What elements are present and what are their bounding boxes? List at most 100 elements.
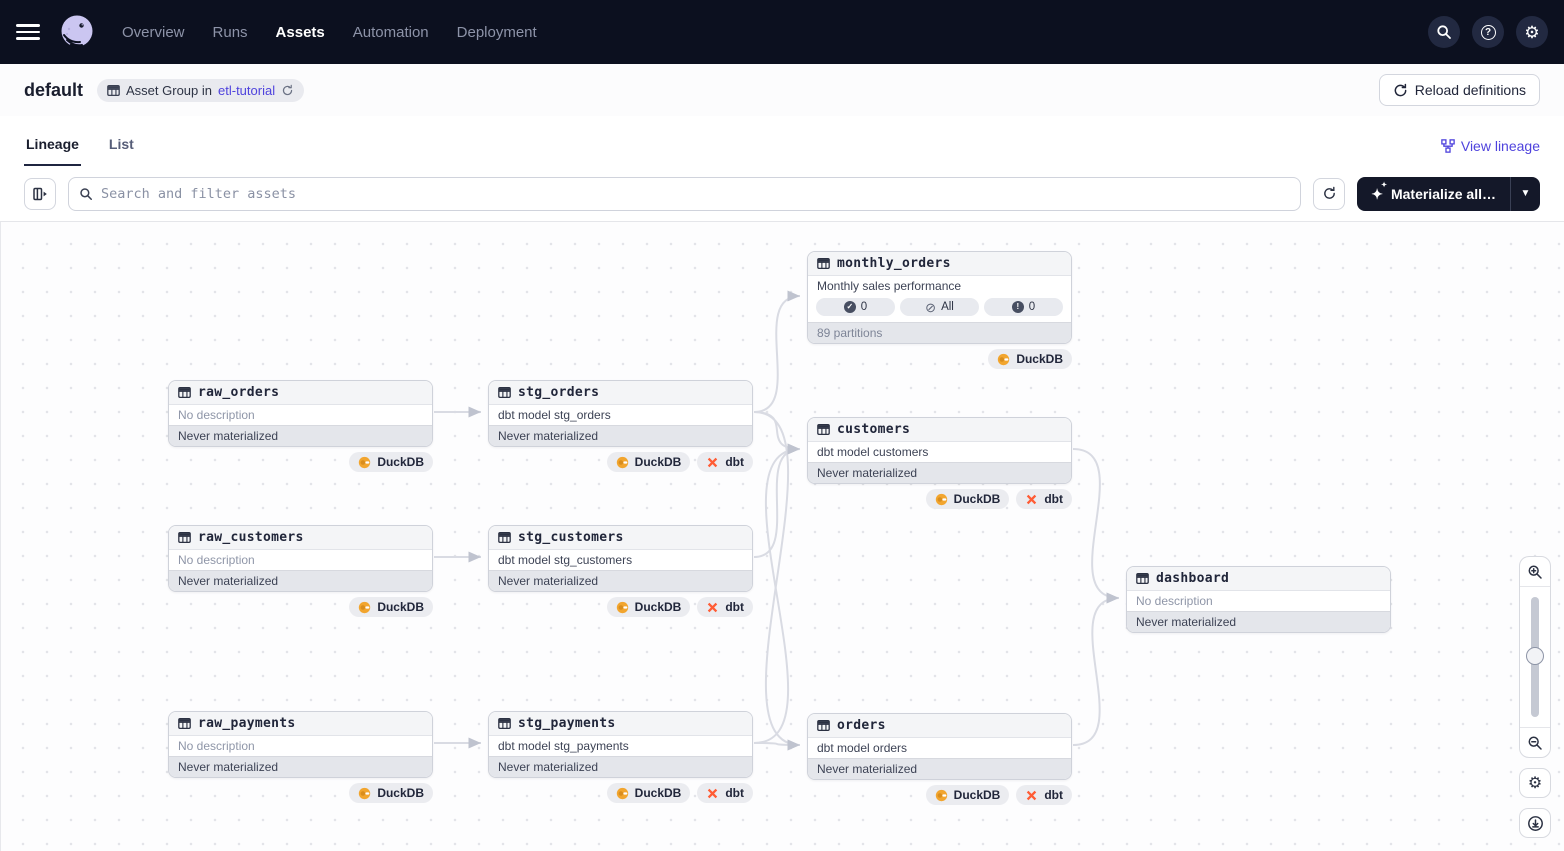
duckdb-badge[interactable]: DuckDB <box>349 597 433 617</box>
duckdb-icon <box>358 456 371 469</box>
tab-lineage[interactable]: Lineage <box>24 136 81 166</box>
lineage-canvas[interactable]: ⚙ raw_ordersNo descriptionNever material… <box>0 222 1564 851</box>
partition-pill-check[interactable]: ✓0 <box>816 298 895 316</box>
asset-description: dbt model stg_payments <box>489 736 752 756</box>
materialize-all-button-group: ✦✦ Materialize all… ▼ <box>1357 177 1540 211</box>
table-icon <box>498 531 511 544</box>
edge-stg_orders-to-monthly_orders <box>754 296 800 412</box>
zoom-out-button[interactable] <box>1520 727 1550 757</box>
duckdb-badge[interactable]: DuckDB <box>607 783 691 803</box>
asset-kind-badges: DuckDB <box>168 452 433 472</box>
materialize-dropdown-caret[interactable]: ▼ <box>1510 177 1540 211</box>
dbt-badge[interactable]: dbt <box>1016 489 1072 509</box>
settings-gear-icon[interactable]: ⚙ <box>1516 16 1548 48</box>
dbt-badge[interactable]: dbt <box>1016 785 1072 805</box>
nav-item-runs[interactable]: Runs <box>213 24 248 41</box>
sync-status-icon <box>281 84 294 97</box>
asset-description: No description <box>1127 591 1390 611</box>
asset-description: dbt model stg_customers <box>489 550 752 570</box>
top-navigation-bar: Overview Runs Assets Automation Deployment ?… <box>0 0 1564 64</box>
asset-node-raw_payments[interactable]: raw_paymentsNo descriptionNever material… <box>168 711 433 778</box>
materialization-status: Never materialized <box>169 756 432 777</box>
asset-group-badge: Asset Group in etl-tutorial <box>97 79 304 102</box>
zoom-in-button[interactable] <box>1520 557 1550 587</box>
table-icon <box>817 257 830 270</box>
tab-list[interactable]: List <box>107 136 136 166</box>
edge-stg_payments-to-orders <box>754 743 800 745</box>
nav-item-assets[interactable]: Assets <box>276 24 325 41</box>
asset-node-monthly_orders[interactable]: monthly_ordersMonthly sales performance✓… <box>807 251 1072 344</box>
sparkle-icon: ✦✦ <box>1371 187 1383 201</box>
asset-kind-badges: DuckDB dbt <box>807 785 1072 805</box>
duckdb-badge[interactable]: DuckDB <box>349 783 433 803</box>
main-nav: Overview Runs Assets Automation Deployment <box>122 24 537 41</box>
partition-pill-slash[interactable]: ⊘All <box>900 298 979 316</box>
dbt-badge[interactable]: dbt <box>697 783 753 803</box>
asset-node-orders[interactable]: ordersdbt model ordersNever materialized <box>807 713 1072 780</box>
page-header: default Asset Group in etl-tutorial Relo… <box>0 64 1564 116</box>
table-icon <box>498 717 511 730</box>
asset-name: raw_payments <box>198 716 296 731</box>
toggle-sidebar-button[interactable] <box>24 178 56 210</box>
help-icon[interactable]: ? <box>1472 16 1504 48</box>
hamburger-menu-icon[interactable] <box>16 20 40 44</box>
search-input-icon <box>79 187 93 201</box>
asset-node-raw_orders[interactable]: raw_ordersNo descriptionNever materializ… <box>168 380 433 447</box>
duckdb-badge[interactable]: DuckDB <box>988 349 1072 369</box>
asset-kind-badges: DuckDB <box>168 597 433 617</box>
materialization-status: Never materialized <box>808 462 1071 483</box>
reload-definitions-button[interactable]: Reload definitions <box>1379 74 1540 106</box>
slash-circle-icon: ⊘ <box>925 301 936 314</box>
code-location-link[interactable]: etl-tutorial <box>218 83 275 98</box>
asset-name: stg_payments <box>518 716 616 731</box>
table-icon <box>178 531 191 544</box>
asset-kind-badges: DuckDB <box>807 349 1072 369</box>
asset-node-stg_orders[interactable]: stg_ordersdbt model stg_ordersNever mate… <box>488 380 753 447</box>
dagster-logo[interactable] <box>58 13 96 51</box>
partition-pill-alert[interactable]: !0 <box>984 298 1063 316</box>
zoom-controls <box>1519 556 1551 758</box>
asset-node-dashboard[interactable]: dashboardNo descriptionNever materialize… <box>1126 566 1391 633</box>
dbt-badge[interactable]: dbt <box>697 452 753 472</box>
asset-node-stg_customers[interactable]: stg_customersdbt model stg_customersNeve… <box>488 525 753 592</box>
asset-node-customers[interactable]: customersdbt model customersNever materi… <box>807 417 1072 484</box>
table-icon <box>817 423 830 436</box>
duckdb-badge[interactable]: DuckDB <box>607 452 691 472</box>
dbt-badge[interactable]: dbt <box>697 597 753 617</box>
asset-kind-badges: DuckDB dbt <box>488 452 753 472</box>
duckdb-badge[interactable]: DuckDB <box>349 452 433 472</box>
asset-description: dbt model stg_orders <box>489 405 752 425</box>
duckdb-badge[interactable]: DuckDB <box>607 597 691 617</box>
recenter-download-button[interactable] <box>1519 808 1551 838</box>
table-icon <box>1136 572 1149 585</box>
duckdb-badge[interactable]: DuckDB <box>926 785 1010 805</box>
asset-kind-badges: DuckDB dbt <box>488 597 753 617</box>
refresh-graph-button[interactable] <box>1313 178 1345 210</box>
dbt-icon <box>1025 789 1038 802</box>
table-icon <box>107 84 120 97</box>
asset-node-stg_payments[interactable]: stg_paymentsdbt model stg_paymentsNever … <box>488 711 753 778</box>
partition-status-pills: ✓0 ⊘All !0 <box>808 296 1071 322</box>
nav-item-automation[interactable]: Automation <box>353 24 429 41</box>
table-icon <box>178 717 191 730</box>
dbt-icon <box>706 601 719 614</box>
edge-stg_orders-to-customers <box>754 412 800 449</box>
nav-item-overview[interactable]: Overview <box>122 24 185 41</box>
asset-name: customers <box>837 422 910 437</box>
materialization-status: Never materialized <box>1127 611 1390 632</box>
graph-settings-button[interactable]: ⚙ <box>1519 768 1551 798</box>
asset-name: monthly_orders <box>837 256 951 271</box>
zoom-slider[interactable] <box>1520 587 1550 727</box>
materialization-status: Never materialized <box>489 570 752 591</box>
search-icon[interactable] <box>1428 16 1460 48</box>
asset-kind-badges: DuckDB dbt <box>807 489 1072 509</box>
duckdb-badge[interactable]: DuckDB <box>926 489 1010 509</box>
view-lineage-link[interactable]: View lineage <box>1441 138 1540 166</box>
materialize-all-button[interactable]: ✦✦ Materialize all… <box>1357 177 1510 211</box>
search-filter-input[interactable] <box>101 186 1290 202</box>
nav-item-deployment[interactable]: Deployment <box>457 24 537 41</box>
table-icon <box>178 386 191 399</box>
asset-kind-badges: DuckDB dbt <box>488 783 753 803</box>
asset-node-raw_customers[interactable]: raw_customersNo descriptionNever materia… <box>168 525 433 592</box>
zoom-slider-handle[interactable] <box>1526 647 1544 665</box>
